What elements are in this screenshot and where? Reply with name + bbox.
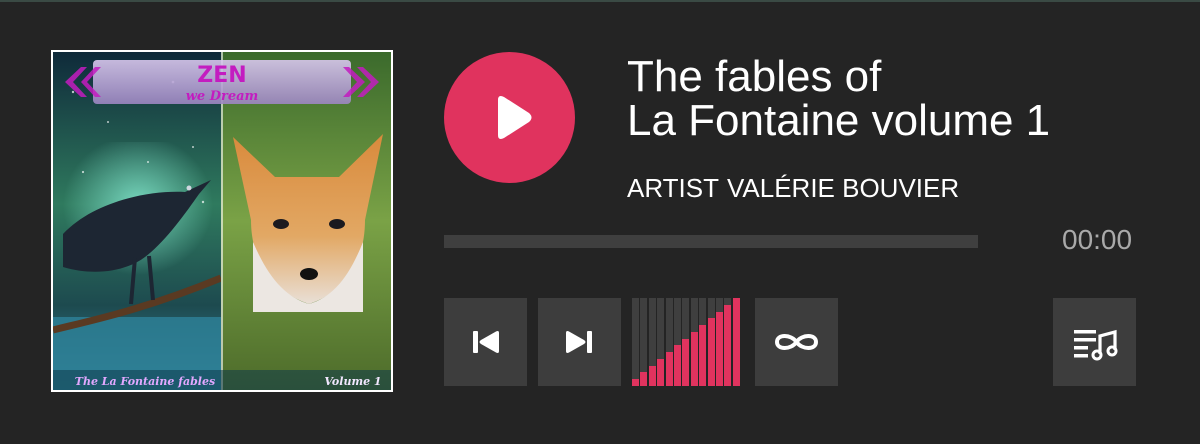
loop-button[interactable] (755, 298, 838, 386)
artist-name: VALÉRIE BOUVIER (726, 173, 960, 203)
time-display: 00:00 (1062, 224, 1133, 255)
skip-previous-icon (473, 331, 499, 353)
volume-bar (732, 298, 740, 386)
volume-bar (648, 365, 656, 386)
volume-bar (699, 325, 707, 386)
volume-bar (682, 338, 690, 386)
next-track-button[interactable] (538, 298, 621, 386)
cover-subheading: we Dream (186, 89, 259, 104)
cover-footer-right: Volume 1 (324, 375, 381, 388)
cover-heading: ZEN (197, 63, 246, 88)
volume-bar (674, 345, 681, 386)
skip-next-icon (566, 331, 592, 353)
album-cover: ZEN we Dream The La Fontaine fables Volu… (51, 50, 393, 392)
volume-bar (632, 379, 639, 386)
volume-bar-track (632, 298, 639, 386)
volume-bar (724, 304, 732, 386)
progress-bar[interactable] (444, 235, 978, 248)
volume-bar (690, 331, 698, 386)
volume-control[interactable] (632, 298, 744, 386)
cover-footer-left: The La Fontaine fables (75, 375, 215, 388)
album-cover-art: ZEN we Dream The La Fontaine fables Volu… (53, 52, 391, 390)
infinity-loop-icon (775, 334, 818, 350)
previous-track-button[interactable] (444, 298, 527, 386)
artist-label: ARTIST (627, 173, 719, 203)
volume-bar (665, 352, 673, 386)
track-title: The fables of La Fontaine volume 1 (627, 55, 1187, 143)
play-button[interactable] (444, 52, 575, 183)
audio-player: ZEN we Dream The La Fontaine fables Volu… (0, 0, 1200, 444)
artist-info: ARTIST VALÉRIE BOUVIER (627, 173, 959, 203)
playlist-button[interactable] (1053, 298, 1136, 386)
volume-bar (657, 358, 665, 386)
track-title-line-2: La Fontaine volume 1 (627, 96, 1051, 145)
play-icon (498, 96, 532, 139)
volume-bar (640, 372, 648, 386)
volume-bar (707, 318, 715, 386)
track-title-line-1: The fables of (627, 52, 882, 101)
volume-bar (716, 311, 723, 386)
playlist-music-icon (1074, 329, 1118, 361)
